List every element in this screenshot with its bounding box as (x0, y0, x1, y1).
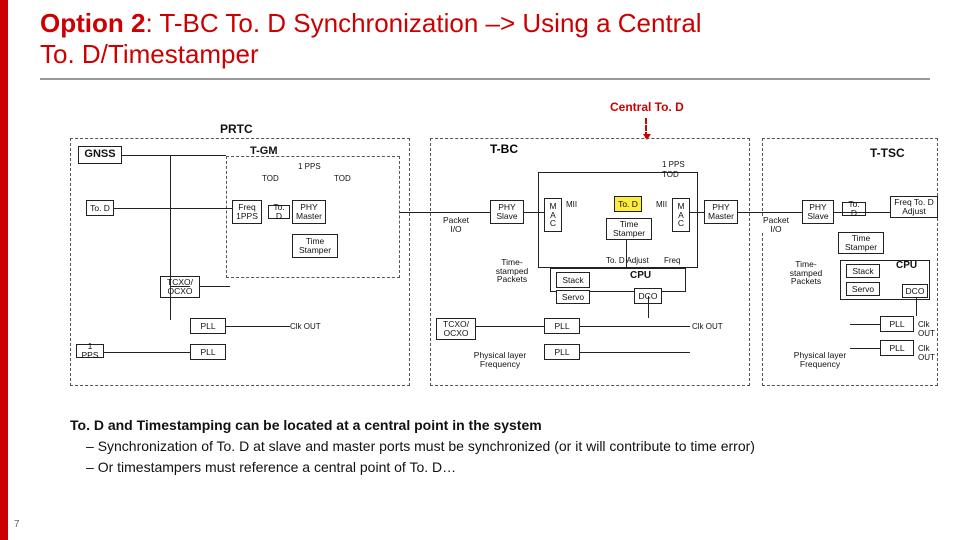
freq-tod-adjust: Freq To. D Adjust (890, 196, 938, 218)
conn (850, 324, 880, 325)
tcxo-2: TCXO/ OCXO (436, 318, 476, 340)
tod-adjust-lbl: To. D Adjust (606, 256, 649, 265)
page-number: 7 (14, 519, 20, 530)
phy-slave-3: PHY Slave (802, 200, 834, 224)
one-pps-box: 1 PPS (76, 344, 104, 358)
stack-2: Stack (556, 272, 590, 288)
title-rest: : T-BC To. D Synchronization –> Using a … (145, 8, 701, 38)
pll-2a: PLL (544, 318, 580, 334)
conn (226, 326, 290, 327)
servo-2: Servo (556, 290, 590, 304)
clk-out-2: Clk OUT (692, 322, 723, 331)
conn (524, 212, 544, 213)
mac-1: M A C (544, 198, 562, 232)
phy-slave-2: PHY Slave (490, 200, 524, 224)
cpu-label-2: CPU (630, 270, 651, 281)
clk-out-1: Clk OUT (290, 322, 321, 331)
gnss-box: GNSS (78, 146, 122, 164)
clk-out-3a: Clk OUT (918, 320, 940, 338)
conn (200, 286, 230, 287)
diagram-canvas: Central To. D PRTC T-GM T-BC T-TSC GNSS … (70, 100, 940, 400)
mac-2: M A C (672, 198, 690, 232)
lbl-1pps-top: 1 PPS (298, 162, 321, 171)
conn (122, 155, 226, 156)
time-stamper-3: Time Stamper (838, 232, 884, 254)
pll-3b: PLL (880, 340, 914, 356)
packet-io-3: Packet I/O (756, 218, 796, 232)
tod-small-3: To. D (842, 202, 866, 216)
conn (170, 155, 171, 320)
bullet-lead: To. D and Timestamping can be located at… (70, 415, 755, 436)
freq-lbl: Freq (664, 256, 680, 265)
conn (114, 208, 232, 209)
lbl-tod-b: TOD (662, 170, 679, 179)
cpu-label-3: CPU (896, 260, 917, 271)
dco-3: DCO (902, 284, 928, 298)
stack-3: Stack (846, 264, 880, 278)
ts-packets-2: Time- stamped Packets (486, 258, 538, 284)
pll-1a: PLL (190, 318, 226, 334)
tod-small-1: To. D (268, 205, 290, 219)
lbl-tod-top-r: TOD (334, 174, 351, 183)
servo-3: Servo (846, 282, 880, 296)
bullet-1: Synchronization of To. D at slave and ma… (70, 436, 755, 457)
lbl-tod-top-l: TOD (262, 174, 279, 183)
phys-layer-freq-2: Physical layer Frequency (470, 348, 530, 372)
time-stamper-npu: Time Stamper (606, 218, 652, 240)
mii-2: MII (656, 200, 667, 209)
lbl-1pps-b: 1 PPS (662, 160, 685, 169)
description-block: To. D and Timestamping can be located at… (70, 415, 755, 478)
clk-out-3b: Clk OUT (918, 344, 940, 362)
title-line2: To. D/Timestamper (40, 39, 259, 69)
label-prtc: PRTC (220, 122, 253, 136)
tod-box: To. D (86, 200, 114, 216)
phy-master-1: PHY Master (292, 200, 326, 224)
conn (850, 348, 880, 349)
conn (738, 212, 802, 213)
conn (476, 326, 544, 327)
central-tod-label: Central To. D (610, 100, 684, 114)
freq-1pps-box: Freq 1PPS (232, 200, 262, 224)
label-tbc: T-BC (490, 142, 518, 156)
phy-master-2: PHY Master (704, 200, 738, 224)
conn (580, 326, 690, 327)
accent-bar (0, 0, 8, 540)
tod-yellow: To. D (614, 196, 642, 212)
central-tod-arrow (645, 118, 647, 138)
conn (916, 298, 917, 316)
conn (400, 212, 490, 213)
page-title: Option 2: T-BC To. D Synchronization –> … (40, 8, 702, 70)
phys-layer-freq-3: Physical layer Frequency (790, 348, 850, 372)
time-stamper-1: Time Stamper (292, 234, 338, 258)
conn (648, 296, 649, 318)
conn (170, 286, 190, 287)
title-underline (40, 78, 930, 80)
label-ttsc: T-TSC (870, 146, 905, 160)
conn (626, 240, 627, 268)
packet-io-1: Packet I/O (436, 218, 476, 232)
pll-2b: PLL (544, 344, 580, 360)
title-prefix: Option 2 (40, 8, 145, 38)
pll-3a: PLL (880, 316, 914, 332)
pll-1b: PLL (190, 344, 226, 360)
tcxo-1: TCXO/ OCXO (160, 276, 200, 298)
label-tgm: T-GM (250, 145, 278, 157)
mii-1: MII (566, 200, 577, 209)
conn (690, 212, 704, 213)
bullet-2: Or timestampers must reference a central… (70, 457, 755, 478)
conn (104, 352, 190, 353)
conn (834, 212, 890, 213)
conn (580, 352, 690, 353)
ts-packets-3: Time- stamped Packets (780, 260, 832, 286)
